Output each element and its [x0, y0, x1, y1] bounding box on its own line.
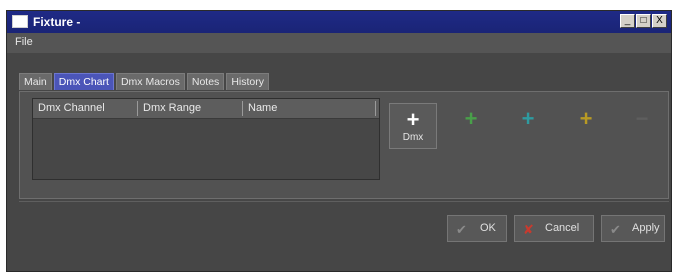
add-cyan-button[interactable]: + — [504, 103, 552, 149]
maximize-button[interactable]: □ — [636, 14, 651, 28]
add-green-button[interactable]: + — [447, 103, 495, 149]
apply-button[interactable]: ✔ Apply — [601, 215, 665, 242]
add-dmx-button[interactable]: + Dmx — [389, 103, 437, 149]
plus-icon: + — [406, 107, 420, 132]
close-button[interactable]: X — [652, 14, 667, 28]
ok-label: OK — [480, 222, 496, 234]
tab-main[interactable]: Main — [19, 73, 52, 90]
title-bar[interactable]: Fixture - _ □ X — [7, 11, 671, 33]
cancel-icon: ✘ — [523, 222, 534, 237]
grid-header: Dmx Channel Dmx Range Name — [33, 99, 379, 119]
dmx-chart-panel: Dmx Channel Dmx Range Name + Dmx + + + − — [19, 91, 669, 199]
tab-bar: Main Dmx Chart Dmx Macros Notes History — [19, 73, 269, 91]
column-dmx-range[interactable]: Dmx Range — [143, 102, 201, 114]
column-name[interactable]: Name — [248, 102, 277, 114]
column-divider[interactable] — [375, 101, 376, 116]
add-dmx-label: Dmx — [402, 132, 424, 143]
plus-icon: + — [579, 106, 593, 131]
apply-icon: ✔ — [610, 222, 621, 237]
plus-icon: + — [464, 106, 478, 131]
dmx-grid[interactable]: Dmx Channel Dmx Range Name — [32, 98, 380, 180]
column-divider[interactable] — [242, 101, 243, 116]
menu-bar: File — [7, 33, 671, 53]
tab-dmx-chart[interactable]: Dmx Chart — [53, 73, 114, 90]
minimize-button[interactable]: _ — [620, 14, 635, 28]
window-controls: _ □ X — [620, 14, 667, 28]
fixture-window: Fixture - _ □ X File Main Dmx Chart Dmx … — [6, 10, 672, 272]
ok-button[interactable]: ✔ OK — [447, 215, 507, 242]
apply-label: Apply — [632, 222, 660, 234]
tab-dmx-macros[interactable]: Dmx Macros — [115, 73, 185, 90]
cancel-button[interactable]: ✘ Cancel — [514, 215, 594, 242]
menu-file[interactable]: File — [15, 36, 33, 48]
tab-history[interactable]: History — [226, 73, 269, 90]
add-yellow-button[interactable]: + — [562, 103, 610, 149]
window-title: Fixture - — [33, 15, 81, 29]
minus-icon: − — [635, 106, 649, 131]
tab-notes[interactable]: Notes — [186, 73, 225, 90]
column-dmx-channel[interactable]: Dmx Channel — [38, 102, 105, 114]
check-icon: ✔ — [456, 222, 467, 237]
remove-button[interactable]: − — [618, 103, 666, 149]
divider — [19, 201, 669, 202]
plus-icon: + — [521, 106, 535, 131]
column-divider[interactable] — [137, 101, 138, 116]
cancel-label: Cancel — [545, 222, 580, 234]
app-icon — [12, 15, 28, 28]
